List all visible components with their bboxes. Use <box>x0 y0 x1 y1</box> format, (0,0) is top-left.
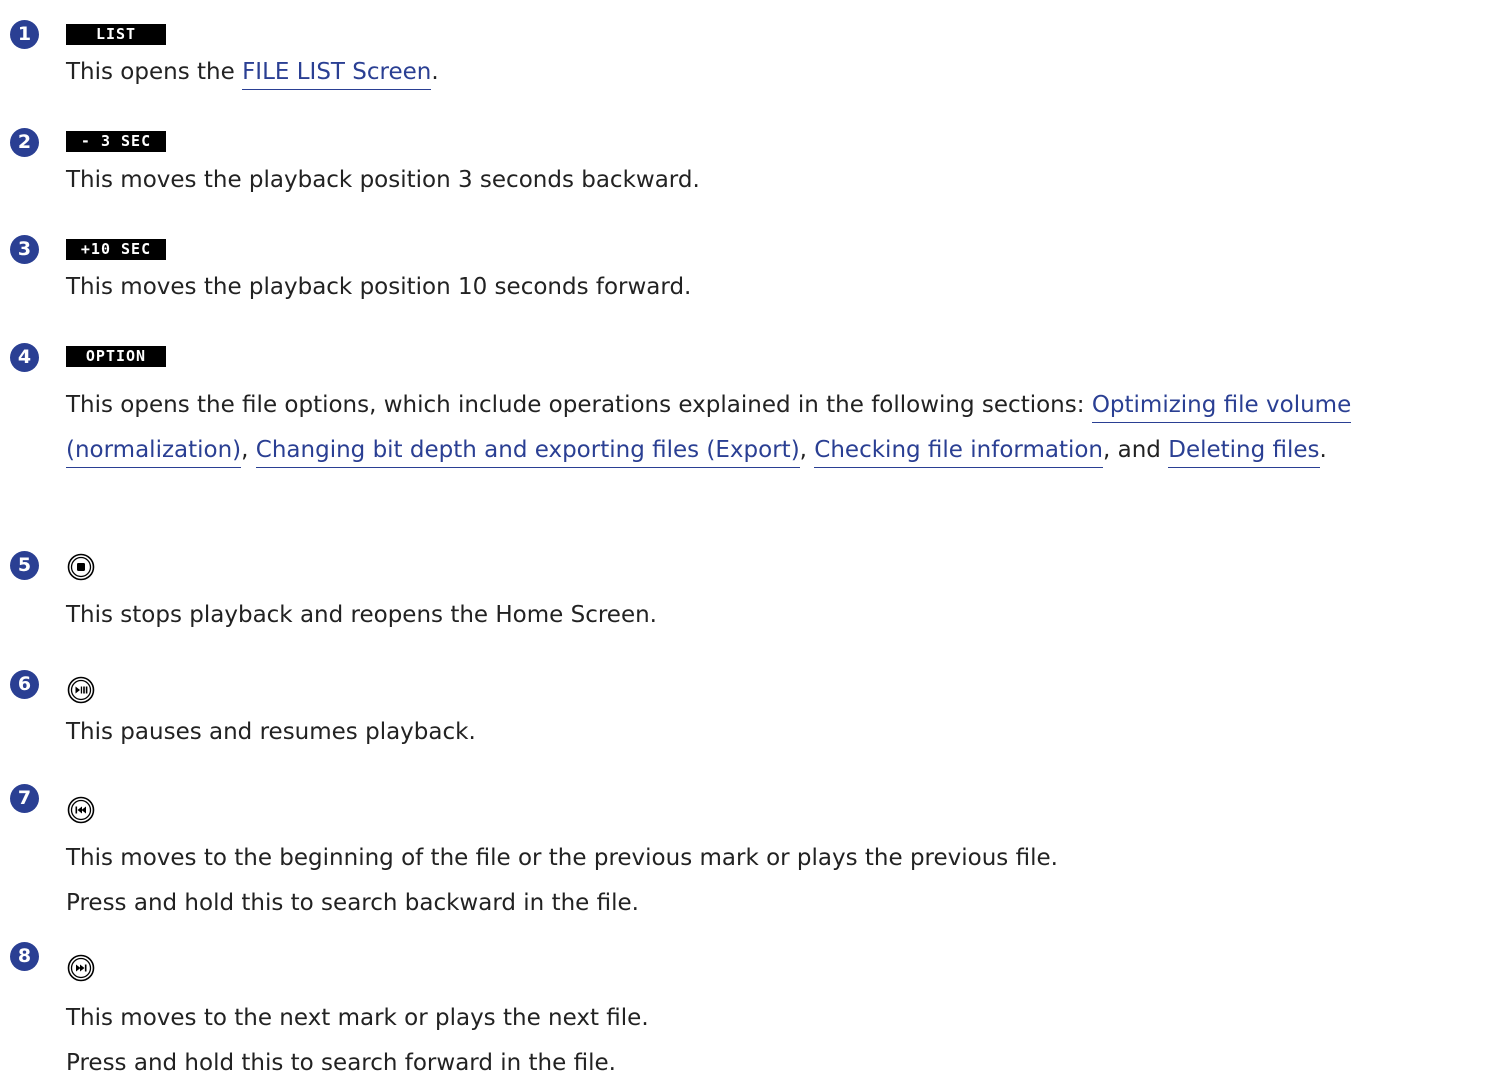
number-badge: 5 <box>10 551 39 580</box>
deleting-files-link[interactable]: Deleting files <box>1168 437 1320 468</box>
number-badge: 3 <box>10 235 39 264</box>
minus-3-sec-label: - 3 SEC <box>66 131 166 152</box>
plus-10-sec-label: +10 SEC <box>66 239 166 260</box>
list-label: LIST <box>66 24 166 45</box>
number-badge: 8 <box>10 942 39 971</box>
changing-bit-depth-link[interactable]: Changing bit depth and exporting files (… <box>255 437 800 468</box>
item-description: This opens the file options, which inclu… <box>66 383 1470 473</box>
stop-button-icon <box>67 553 95 581</box>
number-badge: 1 <box>10 20 39 49</box>
item-description: This pauses and resumes playback. <box>66 719 476 745</box>
item-description: This opens the FILE LIST Screen. <box>66 50 1470 95</box>
item-description: This moves to the beginning of the file … <box>66 845 1058 916</box>
item-description: This stops playback and reopens the Home… <box>66 602 657 628</box>
item-description: This moves to the next mark or plays the… <box>66 1005 649 1076</box>
rewind-button-icon <box>67 796 95 824</box>
file-list-screen-link[interactable]: FILE LIST Screen <box>242 59 432 90</box>
checking-file-information-link[interactable]: Checking file information <box>814 437 1104 468</box>
option-label: OPTION <box>66 346 166 367</box>
number-badge: 4 <box>10 343 39 372</box>
item-description: This moves the playback position 3 secon… <box>66 167 700 193</box>
number-badge: 2 <box>10 128 39 157</box>
fast-forward-button-icon <box>67 954 95 982</box>
number-badge: 6 <box>10 670 39 699</box>
number-badge: 7 <box>10 784 39 813</box>
item-description: This moves the playback position 10 seco… <box>66 274 692 300</box>
play-pause-button-icon <box>67 676 95 704</box>
